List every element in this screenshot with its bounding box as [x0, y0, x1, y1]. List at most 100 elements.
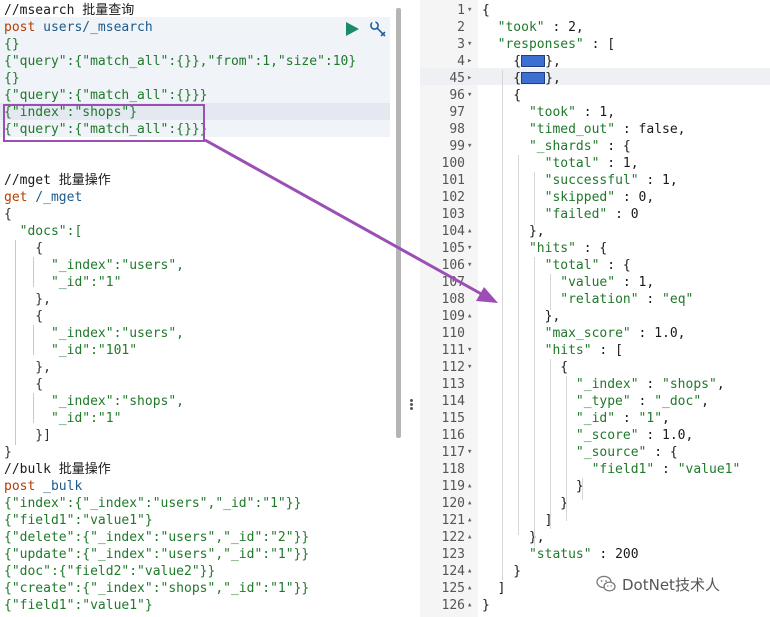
- editor-line: {: [4, 308, 43, 325]
- response-code: {: [482, 3, 490, 18]
- line-number: 107: [441, 275, 465, 290]
- editor-code: "_id":"101": [4, 343, 138, 358]
- response-code: "hits" : {: [528, 241, 608, 256]
- request-editor-scrollbar[interactable]: [396, 8, 401, 438]
- response-code: "_shards" : {: [528, 139, 631, 154]
- fold-toggle-icon[interactable]: ▴: [467, 223, 477, 240]
- response-code: "responses" : [: [497, 37, 616, 52]
- editor-line: }: [4, 444, 12, 461]
- line-number: 97: [449, 105, 465, 120]
- editor-line: }]: [4, 427, 51, 444]
- request-method: get: [4, 190, 28, 205]
- line-number: 126: [441, 598, 465, 613]
- panel-resize-handle[interactable]: [408, 398, 414, 412]
- editor-code: {"query":{"match_all":{}}}: [4, 88, 208, 103]
- response-code: "field1" : "value1": [591, 462, 741, 477]
- response-line: 106 ▾ "total" : {: [420, 257, 770, 274]
- fold-toggle-icon[interactable]: ▾: [467, 87, 477, 104]
- response-code: {},: [482, 53, 561, 70]
- indent-guide: [15, 240, 16, 445]
- line-number: 125: [441, 581, 465, 596]
- indent-guide: [518, 155, 519, 535]
- response-code: "value" : 1,: [560, 275, 655, 290]
- response-line: 105 ▾ "hits" : {: [420, 240, 770, 257]
- line-number: 115: [441, 411, 465, 426]
- indent-guide: [550, 359, 551, 529]
- response-line: 121 ▴ ]: [420, 512, 770, 529]
- response-line: 101 "successful" : 1,: [420, 172, 770, 189]
- editor-code: }: [4, 445, 12, 460]
- fold-toggle-icon[interactable]: ▴: [467, 495, 477, 512]
- editor-code: {"create":{"_index":"shops","_id":"1"}}: [4, 581, 310, 596]
- response-code: ]: [482, 581, 506, 596]
- fold-toggle-icon[interactable]: ▾: [467, 138, 477, 155]
- request-editor[interactable]: //msearch 批量查询 post users/_msearch{} {"que…: [0, 0, 402, 617]
- wrench-icon[interactable]: [369, 20, 387, 38]
- response-line: 116 "_score" : 1.0,: [420, 427, 770, 444]
- editor-line: post users/_msearch: [4, 19, 153, 36]
- response-code: "hits" : [: [544, 343, 623, 358]
- editor-line: {}: [4, 36, 20, 53]
- watermark-text: DotNet技术人: [622, 575, 720, 594]
- play-icon[interactable]: [345, 22, 359, 36]
- editor-line: {"create":{"_index":"shops","_id":"1"}}: [4, 580, 309, 597]
- editor-code: "_index":"users",: [4, 258, 185, 273]
- collapsed-fold-badge[interactable]: [521, 54, 546, 67]
- line-number: 116: [441, 428, 465, 443]
- editor-comment: //bulk 批量操作: [4, 462, 111, 477]
- response-code: "_score" : 1.0,: [575, 428, 694, 443]
- editor-code: {}: [4, 71, 20, 86]
- indent-guide: [566, 376, 567, 521]
- response-code: },: [482, 530, 545, 545]
- editor-code: {"index":{"_index":"users","_id":"1"}}: [4, 496, 302, 511]
- collapsed-fold-badge[interactable]: [521, 71, 546, 84]
- fold-toggle-icon[interactable]: ▴: [467, 478, 477, 495]
- response-code: {: [482, 360, 569, 375]
- fold-toggle-icon[interactable]: ▴: [467, 512, 477, 529]
- indent-guide: [33, 257, 34, 287]
- fold-toggle-icon[interactable]: ▸: [467, 70, 477, 87]
- response-line: 4 ▸ {},: [420, 53, 770, 70]
- line-number: 102: [441, 190, 465, 205]
- editor-line: {"delete":{"_index":"users","_id":"2"}}: [4, 529, 309, 546]
- fold-toggle-icon[interactable]: ▾: [467, 36, 477, 53]
- editor-line: {"doc":{"field2":"value2"}}: [4, 563, 215, 580]
- editor-comment: //mget 批量操作: [4, 173, 111, 188]
- line-number: 4: [457, 54, 465, 69]
- response-line: 107 "value" : 1,: [420, 274, 770, 291]
- line-number: 1: [457, 3, 465, 18]
- response-line: 117 ▾ "_source" : {: [420, 444, 770, 461]
- fold-toggle-icon[interactable]: ▴: [467, 580, 477, 597]
- response-line: 111 ▾ "hits" : [: [420, 342, 770, 359]
- fold-toggle-icon[interactable]: ▴: [467, 308, 477, 325]
- fold-toggle-icon[interactable]: ▾: [467, 240, 477, 257]
- indent-guide: [582, 478, 583, 500]
- fold-toggle-icon[interactable]: ▴: [467, 597, 477, 614]
- editor-line: "_index":"users",: [4, 325, 184, 342]
- response-code-close: },: [545, 71, 561, 86]
- fold-toggle-icon[interactable]: ▾: [467, 359, 477, 376]
- response-line: 119 ▴ }: [420, 478, 770, 495]
- line-number: 113: [441, 377, 465, 392]
- response-code: "failed" : 0: [544, 207, 639, 222]
- fold-toggle-icon[interactable]: ▾: [467, 257, 477, 274]
- response-line: 103 "failed" : 0: [420, 206, 770, 223]
- fold-toggle-icon[interactable]: ▾: [467, 2, 477, 19]
- editor-code: {}: [4, 37, 20, 52]
- line-number: 104: [441, 224, 465, 239]
- request-method: post: [4, 479, 36, 494]
- response-code: "total" : 1,: [544, 156, 639, 171]
- response-code: },: [482, 224, 545, 239]
- fold-toggle-icon[interactable]: ▾: [467, 342, 477, 359]
- line-number: 119: [441, 479, 465, 494]
- response-viewer[interactable]: 1 ▾{2 "took" : 2, 3 ▾ "responses" : [4 ▸ {},…: [420, 0, 770, 617]
- response-line: 118 "field1" : "value1": [420, 461, 770, 478]
- fold-toggle-icon[interactable]: ▴: [467, 563, 477, 580]
- editor-line: "_id":"1": [4, 274, 121, 291]
- fold-toggle-icon[interactable]: ▴: [467, 529, 477, 546]
- fold-toggle-icon[interactable]: ▾: [467, 444, 477, 461]
- response-code: "max_score" : 1.0,: [544, 326, 686, 341]
- fold-toggle-icon[interactable]: ▸: [467, 53, 477, 70]
- editor-line: },: [4, 291, 51, 308]
- response-line: 123 "status" : 200: [420, 546, 770, 563]
